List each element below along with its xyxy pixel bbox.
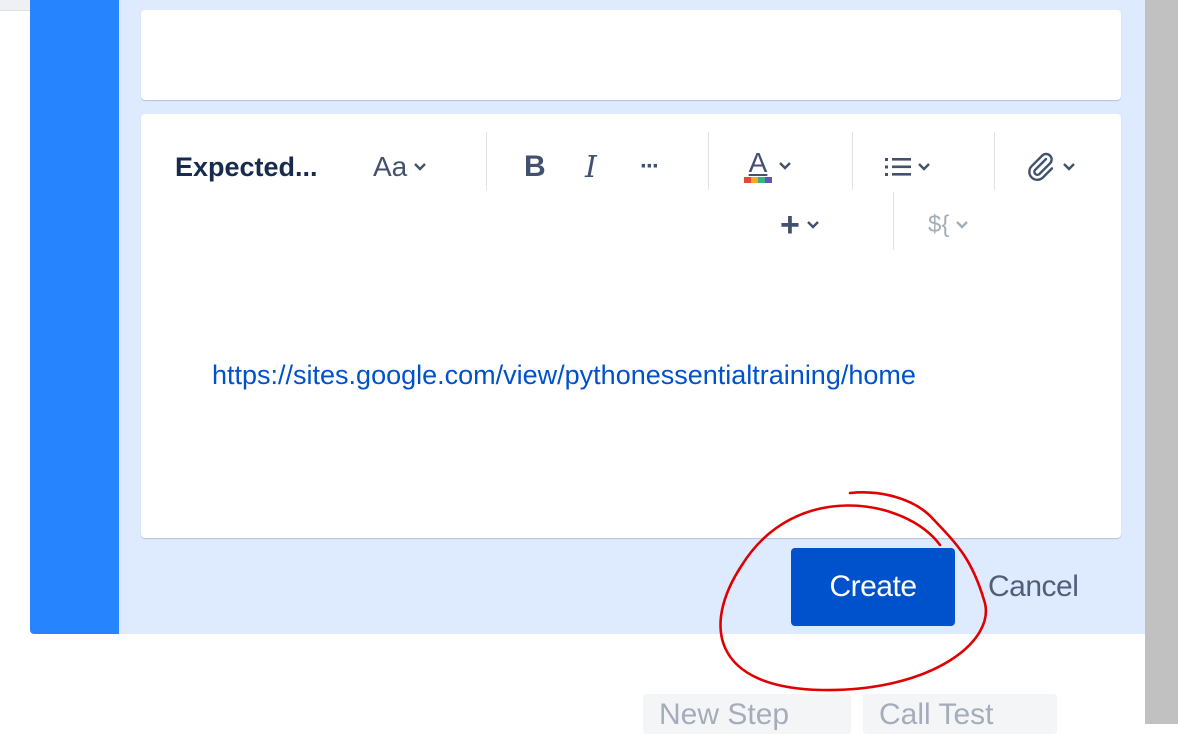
chevron-down-icon bbox=[956, 221, 969, 229]
field-label: Expected... bbox=[175, 151, 318, 182]
cancel-button[interactable]: Cancel bbox=[988, 548, 1079, 626]
text-style-icon: Aa bbox=[373, 151, 408, 182]
bold-button[interactable]: B bbox=[524, 145, 546, 189]
paperclip-icon bbox=[1028, 152, 1054, 181]
chevron-down-icon bbox=[779, 162, 791, 170]
bold-icon: B bbox=[524, 150, 546, 183]
toolbar-separator bbox=[852, 132, 853, 190]
variable-icon: ${ bbox=[928, 211, 950, 238]
list-button[interactable] bbox=[885, 145, 931, 189]
toolbar-separator bbox=[893, 192, 894, 250]
insert-variable-button: ${ bbox=[928, 203, 969, 247]
more-formatting-button[interactable]: ··· bbox=[640, 145, 660, 189]
chevron-down-icon bbox=[1063, 163, 1075, 171]
bullet-list-icon bbox=[885, 158, 911, 176]
more-icon: ··· bbox=[640, 153, 660, 180]
color-bar-icon bbox=[744, 177, 772, 183]
text-color-button[interactable]: A bbox=[744, 142, 792, 190]
chevron-down-icon bbox=[918, 163, 930, 171]
editor-content-link[interactable]: https://sites.google.com/view/pythonesse… bbox=[212, 342, 1072, 408]
italic-icon: I bbox=[585, 149, 597, 185]
text-style-button[interactable]: Aa bbox=[373, 145, 427, 189]
chevron-down-icon bbox=[807, 221, 819, 229]
create-button[interactable]: Create bbox=[791, 548, 955, 626]
insert-button[interactable]: + bbox=[780, 203, 820, 247]
italic-button[interactable]: I bbox=[585, 145, 597, 189]
text-color-icon: A bbox=[744, 149, 772, 183]
chevron-down-icon bbox=[414, 163, 427, 171]
previous-field-editor[interactable] bbox=[141, 10, 1121, 100]
plus-icon: + bbox=[780, 205, 800, 244]
step-accent-bar bbox=[30, 0, 119, 634]
call-test-button[interactable]: Call Test bbox=[863, 694, 1057, 734]
scrollbar[interactable] bbox=[1145, 0, 1178, 724]
new-step-button[interactable]: New Step bbox=[643, 694, 851, 734]
attachment-button[interactable] bbox=[1026, 145, 1076, 189]
toolbar-separator bbox=[708, 132, 709, 190]
toolbar-separator bbox=[994, 132, 995, 190]
toolbar-separator bbox=[486, 132, 487, 190]
